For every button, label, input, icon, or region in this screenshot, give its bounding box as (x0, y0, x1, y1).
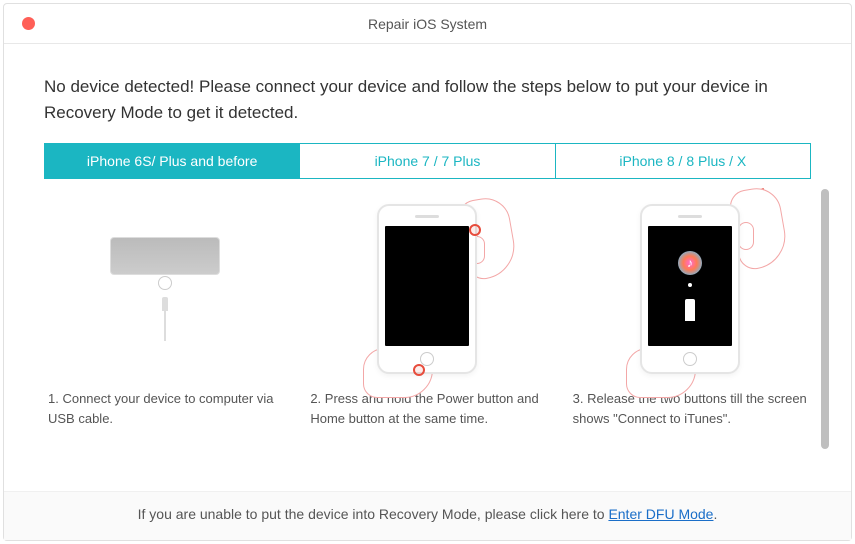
steps-row: 1. Connect your device to computer via U… (44, 179, 811, 491)
window-title: Repair iOS System (368, 16, 487, 32)
itunes-icon: ♪ (678, 251, 702, 275)
step-2-text: 2. Press and hold the Power button and H… (306, 389, 548, 428)
content-area: No device detected! Please connect your … (4, 44, 851, 491)
step-1-text: 1. Connect your device to computer via U… (44, 389, 286, 428)
footer-suffix: . (713, 506, 717, 522)
tab-iphone-8[interactable]: iPhone 8 / 8 Plus / X (556, 144, 810, 178)
enter-dfu-link[interactable]: Enter DFU Mode (608, 506, 713, 522)
close-icon[interactable] (22, 17, 35, 30)
step-1: 1. Connect your device to computer via U… (44, 199, 286, 471)
illustration-connect-cable (44, 199, 286, 379)
step-2: 2. Press and hold the Power button and H… (306, 199, 548, 471)
step-3-text: 3. Release the two buttons till the scre… (569, 389, 811, 428)
device-rect-icon (110, 237, 220, 275)
heading-text: No device detected! Please connect your … (44, 74, 811, 125)
scrollbar[interactable] (821, 189, 829, 449)
illustration-press-hold (306, 199, 548, 379)
footer-prefix: If you are unable to put the device into… (138, 506, 609, 522)
phone-icon (377, 204, 477, 374)
cable-plug-icon (685, 299, 695, 321)
device-tabs: iPhone 6S/ Plus and before iPhone 7 / 7 … (44, 143, 811, 179)
tab-iphone-7[interactable]: iPhone 7 / 7 Plus (300, 144, 555, 178)
thumb-icon (738, 222, 754, 250)
cable-tip-icon (162, 297, 168, 311)
titlebar: Repair iOS System (4, 4, 851, 44)
illustration-release: ↗ ♪ (569, 199, 811, 379)
step-3: ↗ ♪ (569, 199, 811, 471)
tab-iphone-6s[interactable]: iPhone 6S/ Plus and before (45, 144, 300, 178)
phone-icon: ♪ (640, 204, 740, 374)
steps-wrapper: 1. Connect your device to computer via U… (44, 179, 811, 491)
footer: If you are unable to put the device into… (4, 491, 851, 540)
